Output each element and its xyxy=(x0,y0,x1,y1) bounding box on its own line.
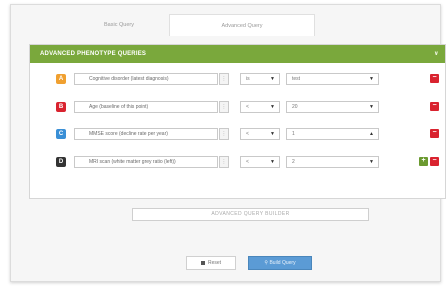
phenotype-field[interactable]: MRI scan (white matter grey ratio (left)… xyxy=(74,156,218,168)
value-text: 1 xyxy=(292,131,295,137)
advanced-phenotype-panel: ADVANCED PHENOTYPE QUERIES ∨ A Cognitive… xyxy=(29,44,446,199)
stop-icon xyxy=(200,260,205,265)
tab-advanced-query[interactable]: Advanced Query xyxy=(169,14,315,36)
phenotype-field[interactable]: Age (baseline of this point) xyxy=(74,101,218,113)
add-row-button[interactable]: + xyxy=(419,157,428,166)
phenotype-field[interactable]: MMSE score (decline rate per year) xyxy=(74,128,218,140)
operator-value: is xyxy=(246,76,250,82)
value-select[interactable]: test ▼ xyxy=(286,73,379,85)
operator-value: < xyxy=(246,159,249,165)
caret-down-icon: ▼ xyxy=(270,131,275,137)
query-row: A Cognitive disorder (latest diagnosis) … xyxy=(30,73,446,87)
phenotype-field[interactable]: Cognitive disorder (latest diagnosis) xyxy=(74,73,218,85)
row-badge: C xyxy=(56,129,66,139)
value-text: 2 xyxy=(292,159,295,165)
panel-header[interactable]: ADVANCED PHENOTYPE QUERIES ∨ xyxy=(30,45,445,63)
operator-select[interactable]: < ▼ xyxy=(240,128,280,140)
row-badge: D xyxy=(56,157,66,167)
field-picker-button[interactable]: ⋮ xyxy=(219,73,229,85)
advanced-query-builder-button[interactable]: ADVANCED QUERY BUILDER xyxy=(132,208,369,221)
query-tabs: Basic Query Advanced Query xyxy=(69,14,315,36)
operator-value: < xyxy=(246,131,249,137)
value-text: 20 xyxy=(292,104,298,110)
row-badge: B xyxy=(56,102,66,112)
spinner-icon[interactable]: ▲ xyxy=(369,129,374,139)
operator-select[interactable]: < ▼ xyxy=(240,101,280,113)
caret-down-icon: ▼ xyxy=(369,159,374,165)
panel-title: ADVANCED PHENOTYPE QUERIES xyxy=(40,51,147,57)
reset-button[interactable]: Reset xyxy=(186,256,236,270)
value-select[interactable]: 20 ▼ xyxy=(286,101,379,113)
value-select[interactable]: 2 ▼ xyxy=(286,156,379,168)
build-query-label: Build Query xyxy=(269,260,296,266)
caret-down-icon: ▼ xyxy=(369,76,374,82)
reset-label: Reset xyxy=(207,260,222,266)
operator-select[interactable]: is ▼ xyxy=(240,73,280,85)
field-picker-button[interactable]: ⋮ xyxy=(219,156,229,168)
caret-down-icon: ▼ xyxy=(270,159,275,165)
query-row: B Age (baseline of this point) ⋮ < ▼ 20 ▼ … xyxy=(30,101,446,115)
tab-basic-query[interactable]: Basic Query xyxy=(69,14,169,36)
value-text: test xyxy=(292,76,301,82)
query-row: C MMSE score (decline rate per year) ⋮ <… xyxy=(30,128,446,142)
remove-row-button[interactable]: − xyxy=(430,102,439,111)
remove-row-button[interactable]: − xyxy=(430,157,439,166)
remove-row-button[interactable]: − xyxy=(430,129,439,138)
caret-down-icon: ▼ xyxy=(369,104,374,110)
build-query-button[interactable]: ⚲ Build Query xyxy=(248,256,312,270)
operator-select[interactable]: < ▼ xyxy=(240,156,280,168)
remove-row-button[interactable]: − xyxy=(430,74,439,83)
value-input[interactable]: 1 ▲ xyxy=(286,128,379,140)
row-badge: A xyxy=(56,74,66,84)
chevron-down-icon[interactable]: ∨ xyxy=(434,45,439,63)
operator-value: < xyxy=(246,104,249,110)
field-picker-button[interactable]: ⋮ xyxy=(219,128,229,140)
caret-down-icon: ▼ xyxy=(270,76,275,82)
caret-down-icon: ▼ xyxy=(270,104,275,110)
query-row: D MRI scan (white matter grey ratio (lef… xyxy=(30,156,446,170)
field-picker-button[interactable]: ⋮ xyxy=(219,101,229,113)
query-page: Basic Query Advanced Query ADVANCED PHEN… xyxy=(10,4,446,282)
